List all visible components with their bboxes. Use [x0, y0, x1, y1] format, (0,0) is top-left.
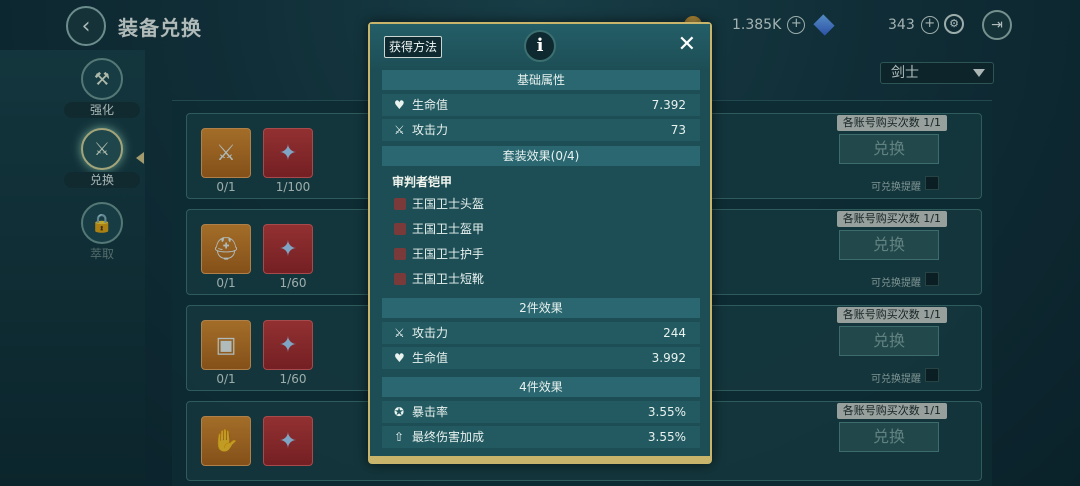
swords-icon: ⚔ [394, 123, 405, 137]
crit-icon: ✪ [394, 405, 405, 419]
damage-up-icon: ⇧ [394, 430, 405, 444]
stat-label: 暴击率 [412, 405, 449, 419]
two-piece-heading: 2件效果 [382, 298, 700, 318]
set-piece-item: 王国卫士护手 [382, 243, 700, 265]
modal-footer-border [370, 456, 710, 462]
stat-label: 生命值 [412, 98, 449, 112]
set-piece-item: 王国卫士盔甲 [382, 218, 700, 240]
stat-value: 3.55% [647, 405, 686, 419]
gauntlet-icon [394, 248, 406, 260]
stat-row: ✪ 暴击率 3.55% [382, 401, 700, 423]
boots-icon [394, 273, 406, 285]
stat-value: 73 [670, 123, 686, 137]
set-piece-item: 王国卫士短靴 [382, 268, 700, 290]
stat-value: 3.992 [651, 351, 686, 365]
set-piece-label: 王国卫士短靴 [412, 272, 485, 286]
helmet-icon [394, 198, 406, 210]
stat-value: 244 [663, 326, 686, 340]
stat-row: ⇧ 最终伤害加成 3.55% [382, 426, 700, 448]
stat-label: 最终伤害加成 [412, 430, 485, 444]
four-piece-heading: 4件效果 [382, 377, 700, 397]
base-stats-heading: 基础属性 [382, 70, 700, 90]
info-icon: i [524, 30, 556, 62]
heart-icon: ♥ [394, 351, 405, 365]
stat-row: ⚔ 攻击力 73 [382, 119, 700, 141]
stat-value: 7.392 [651, 98, 686, 112]
swords-icon: ⚔ [394, 326, 405, 340]
modal-body: 基础属性 ♥ 生命值 7.392 ⚔ 攻击力 73 套装效果(0/4) 审判者铠… [382, 70, 700, 456]
acquire-method-button[interactable]: 获得方法 [384, 36, 443, 58]
stat-value: 3.55% [647, 430, 686, 444]
stat-row: ♥ 生命值 7.392 [382, 94, 700, 116]
set-info-modal: 获得方法 i ✕ 基础属性 ♥ 生命值 7.392 ⚔ 攻击力 73 套装效果(… [368, 22, 712, 464]
heart-icon: ♥ [394, 98, 405, 112]
modal-header: 获得方法 i ✕ [370, 24, 710, 70]
set-piece-label: 王国卫士头盔 [412, 197, 485, 211]
stat-row: ♥ 生命值 3.992 [382, 347, 700, 369]
set-piece-item: 王国卫士头盔 [382, 193, 700, 215]
armor-icon [394, 223, 406, 235]
set-piece-label: 王国卫士护手 [412, 247, 485, 261]
stat-label: 攻击力 [412, 123, 449, 137]
stat-label: 攻击力 [412, 326, 449, 340]
set-piece-label: 王国卫士盔甲 [412, 222, 485, 236]
stat-row: ⚔ 攻击力 244 [382, 322, 700, 344]
stat-label: 生命值 [412, 351, 449, 365]
set-effect-heading: 套装效果(0/4) [382, 146, 700, 166]
set-name: 审判者铠甲 [392, 175, 453, 189]
close-icon[interactable]: ✕ [678, 32, 696, 57]
